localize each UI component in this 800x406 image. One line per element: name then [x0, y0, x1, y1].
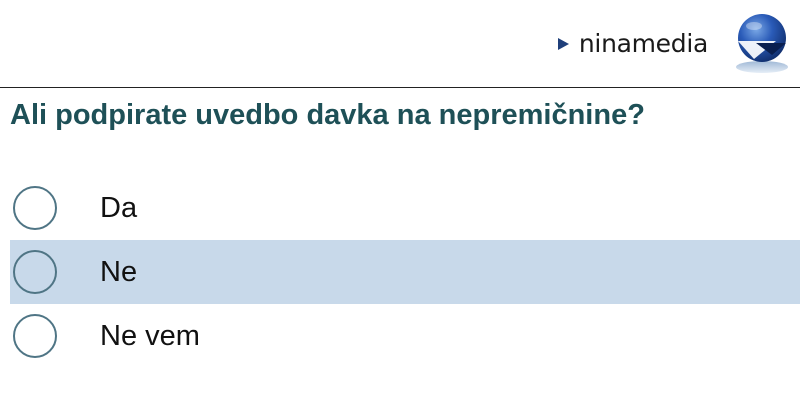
radio-button[interactable]	[13, 186, 57, 230]
answer-options: Da Ne Ne vem	[10, 176, 800, 368]
radio-button[interactable]	[13, 250, 57, 294]
header: ninamedia	[0, 0, 800, 88]
ninamedia-globe-logo-icon	[736, 14, 788, 73]
poll-page: ninamedia Ali podpirate uvedbo davka na …	[0, 0, 800, 406]
brand-name: ninamedia	[578, 28, 708, 58]
option-ne[interactable]: Ne	[10, 240, 800, 304]
option-label: Ne	[100, 255, 138, 288]
question-title: Ali podpirate uvedbo davka na nepremični…	[10, 99, 645, 131]
option-label: Ne vem	[100, 319, 200, 352]
option-label: Da	[100, 191, 138, 224]
radio-button[interactable]	[13, 314, 57, 358]
play-arrow-icon	[557, 38, 569, 50]
option-ne-vem[interactable]: Ne vem	[10, 304, 800, 368]
option-da[interactable]: Da	[10, 176, 800, 240]
brand: ninamedia	[557, 8, 792, 78]
